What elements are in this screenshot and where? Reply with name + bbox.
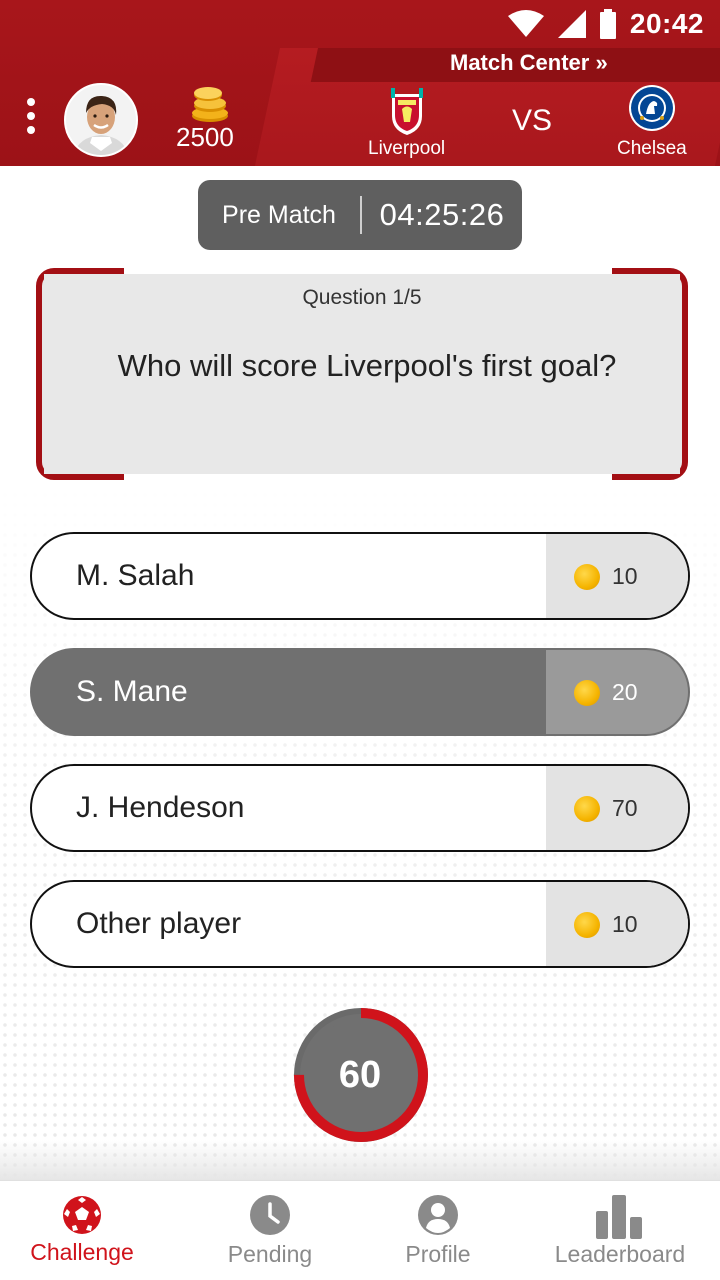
- answer-points: 20: [546, 650, 688, 734]
- points-value: 10: [612, 563, 638, 589]
- liverpool-crest-icon[interactable]: [388, 88, 426, 136]
- answer-label: M. Salah: [76, 559, 195, 592]
- signal-icon: [557, 10, 586, 38]
- person-icon: [418, 1195, 458, 1235]
- battery-icon: [599, 9, 616, 39]
- points-value: 20: [612, 679, 638, 705]
- nav-label: Challenge: [30, 1239, 134, 1265]
- nav-label: Profile: [405, 1241, 471, 1267]
- match-phase: Pre Match: [222, 200, 336, 229]
- question-text: Who will score Liverpool's first goal?: [117, 348, 617, 383]
- status-bar: 20:42: [507, 6, 704, 42]
- clock-icon: [250, 1195, 290, 1235]
- status-time: 20:42: [629, 8, 704, 39]
- coin-icon: [574, 912, 600, 938]
- overflow-menu-icon[interactable]: [22, 98, 40, 134]
- nav-pending[interactable]: Pending: [200, 1181, 340, 1280]
- away-team-name: Chelsea: [617, 138, 687, 159]
- points-value: 70: [612, 795, 638, 821]
- nav-profile[interactable]: Profile: [368, 1181, 508, 1280]
- countdown-seconds: 60: [338, 1054, 382, 1096]
- vs-label: VS: [512, 104, 553, 137]
- question-number: Question 1/5: [302, 286, 422, 309]
- countdown-clock: 04:25:26: [379, 197, 505, 232]
- nav-challenge[interactable]: Challenge: [12, 1181, 152, 1280]
- coin-balance: 2500: [176, 122, 234, 152]
- nav-label: Leaderboard: [554, 1241, 686, 1267]
- answer-points: 10: [546, 882, 688, 966]
- match-center-link[interactable]: Match Center »: [450, 50, 608, 76]
- coin-icon: [574, 680, 600, 706]
- bottom-fade: [0, 1140, 720, 1180]
- home-team-name: Liverpool: [368, 138, 446, 159]
- avatar-image: [66, 85, 136, 155]
- answer-option[interactable]: J. Hendeson 70: [30, 764, 690, 852]
- bar-chart-icon: [596, 1195, 642, 1239]
- nav-leaderboard[interactable]: Leaderboard: [540, 1181, 700, 1280]
- match-timer: Pre Match 04:25:26: [198, 180, 522, 250]
- coins-icon: [192, 87, 228, 122]
- nav-label: Pending: [227, 1241, 313, 1267]
- answer-option-selected[interactable]: S. Mane 20: [30, 648, 690, 736]
- app-header: 20:42 Match Center » 2500 Liverpool VS C…: [0, 0, 720, 166]
- bottom-navigation: Challenge Pending Profile Leaderboard: [0, 1180, 720, 1280]
- wifi-icon: [507, 10, 544, 37]
- answer-label: S. Mane: [76, 675, 188, 708]
- user-avatar[interactable]: [64, 83, 138, 157]
- coin-icon: [574, 564, 600, 590]
- answer-label: J. Hendeson: [76, 791, 245, 824]
- answer-points: 10: [546, 534, 688, 618]
- answer-option[interactable]: M. Salah 10: [30, 532, 690, 620]
- coin-icon: [574, 796, 600, 822]
- answer-option[interactable]: Other player 10: [30, 880, 690, 968]
- soccer-ball-icon: [63, 1196, 101, 1234]
- chelsea-crest-icon[interactable]: [628, 84, 676, 132]
- answer-points: 70: [546, 766, 688, 850]
- answer-label: Other player: [76, 907, 242, 940]
- points-value: 10: [612, 911, 638, 937]
